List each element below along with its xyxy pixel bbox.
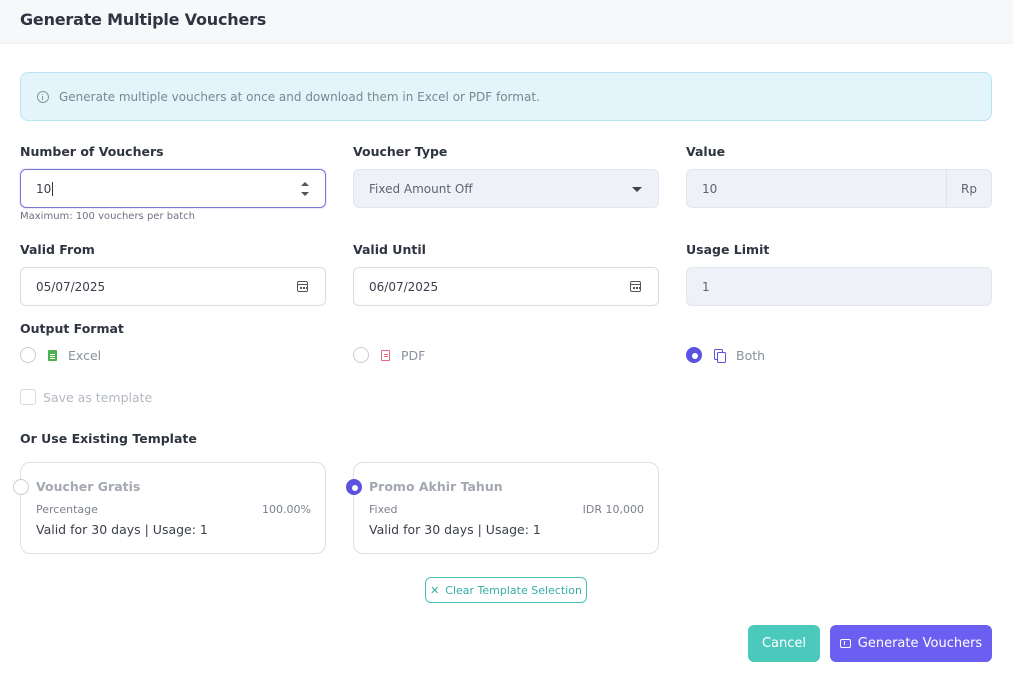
output-format-label: Output Format [20, 321, 124, 336]
valid-until-label: Valid Until [353, 242, 426, 257]
voucher-type-value: Fixed Amount Off [369, 181, 473, 196]
template-title: Promo Akhir Tahun [369, 479, 503, 494]
template-title: Voucher Gratis [36, 479, 141, 494]
save-as-template[interactable]: Save as template [20, 389, 152, 405]
both-radio[interactable] [686, 347, 702, 363]
number-stepper-icon[interactable] [301, 182, 309, 196]
number-of-vouchers-hint: Maximum: 100 vouchers per batch [20, 211, 195, 222]
cancel-label: Cancel [761, 636, 807, 651]
template-value: IDR 10,000 [582, 503, 644, 516]
voucher-type-select[interactable]: Fixed Amount Off [353, 169, 659, 208]
valid-from-value: 05/07/2025 [36, 279, 106, 294]
valid-from-label: Valid From [20, 242, 95, 257]
save-template-label: Save as template [43, 389, 153, 405]
template-description: Valid for 30 days | Usage: 1 [36, 522, 208, 537]
generate-vouchers-button[interactable]: Generate Vouchers [830, 625, 992, 662]
valid-from-input[interactable]: 05/07/2025 [20, 267, 326, 306]
template-type: Percentage [36, 503, 98, 516]
currency-addon: Rp [946, 170, 991, 207]
template-radio[interactable] [13, 479, 29, 495]
template-type: Fixed [369, 503, 398, 516]
template-value: 100.00% [262, 503, 311, 516]
voucher-type-label: Voucher Type [353, 144, 448, 159]
calendar-icon[interactable] [630, 281, 641, 292]
number-of-vouchers-label: Number of Vouchers [20, 144, 164, 159]
copy-icon [714, 349, 726, 363]
both-label: Both [736, 347, 766, 363]
templates-label: Or Use Existing Template [20, 431, 197, 446]
valid-until-input[interactable]: 06/07/2025 [353, 267, 659, 306]
pdf-radio[interactable] [353, 347, 369, 363]
value-label: Value [686, 144, 726, 159]
excel-file-icon [48, 349, 57, 361]
usage-limit-label: Usage Limit [686, 242, 770, 257]
output-format-excel[interactable]: Excel [20, 347, 101, 363]
number-of-vouchers-value: 10 [36, 181, 54, 196]
info-alert: Generate multiple vouchers at once and d… [20, 72, 992, 121]
number-of-vouchers-input[interactable]: 10 [20, 169, 326, 208]
template-card-voucher-gratis[interactable]: Voucher Gratis Percentage 100.00% Valid … [13, 462, 326, 554]
pdf-label: PDF [401, 347, 426, 363]
template-card-promo-akhir-tahun[interactable]: Promo Akhir Tahun Fixed IDR 10,000 Valid… [346, 462, 659, 554]
info-icon [37, 90, 49, 103]
info-message: Generate multiple vouchers at once and d… [59, 89, 540, 104]
pdf-file-icon [381, 349, 390, 361]
modal-header: Generate Multiple Vouchers [0, 0, 1013, 44]
output-format-both[interactable]: Both [686, 347, 765, 363]
calendar-icon[interactable] [297, 281, 308, 292]
excel-radio[interactable] [20, 347, 36, 363]
excel-label: Excel [68, 347, 102, 363]
value-value: 10 [702, 181, 718, 196]
template-description: Valid for 30 days | Usage: 1 [369, 522, 541, 537]
chevron-down-icon [632, 187, 642, 192]
valid-until-value: 06/07/2025 [369, 279, 439, 294]
clear-template-label: Clear Template Selection [445, 583, 582, 597]
modal-title: Generate Multiple Vouchers [20, 10, 267, 29]
value-input[interactable]: 10 Rp [686, 169, 992, 208]
output-format-pdf[interactable]: PDF [353, 347, 425, 363]
ticket-icon [839, 639, 851, 648]
clear-template-button[interactable]: ✕ Clear Template Selection [425, 577, 587, 603]
save-template-checkbox[interactable] [20, 389, 36, 405]
usage-limit-value: 1 [702, 279, 710, 294]
generate-label: Generate Vouchers [857, 636, 983, 651]
template-radio[interactable] [346, 479, 362, 495]
close-icon: ✕ [430, 583, 440, 597]
cancel-button[interactable]: Cancel [748, 625, 820, 662]
usage-limit-input[interactable]: 1 [686, 267, 992, 306]
